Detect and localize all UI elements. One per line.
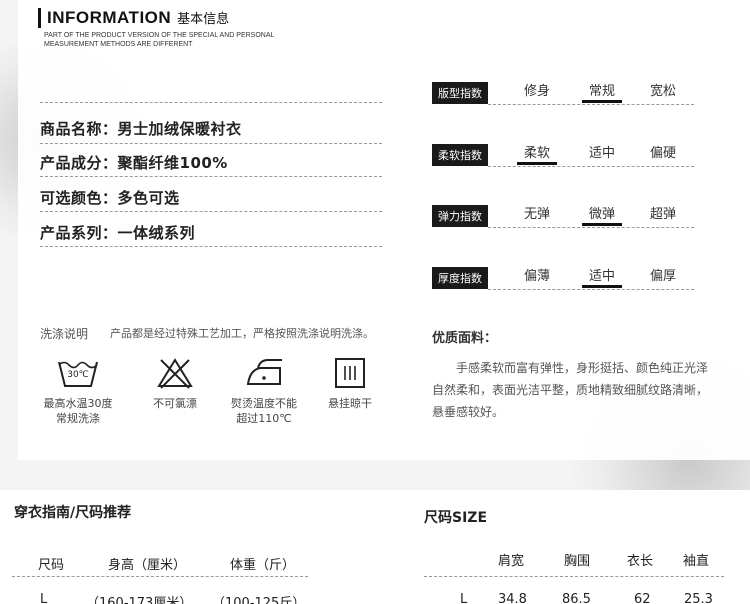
care-item-dry: 悬挂晾干 bbox=[305, 356, 395, 411]
info-title-en: INFORMATION bbox=[47, 8, 172, 27]
care-label: 最高水温30度 常规洗涤 bbox=[43, 397, 113, 425]
guide-cell-size: L bbox=[40, 592, 48, 604]
divider bbox=[40, 211, 382, 212]
size-cell-size: L bbox=[460, 592, 468, 604]
index-fit: 版型指数 修身 常规 宽松 bbox=[432, 80, 694, 106]
size-cell-length: 62 bbox=[634, 592, 651, 604]
divider bbox=[488, 227, 694, 228]
guide-header-size: 尺码 bbox=[38, 558, 65, 573]
care-item-wash: 30℃ 最高水温30度 常规洗涤 bbox=[33, 356, 123, 426]
guide-cell-height: （160-173厘米） bbox=[86, 596, 193, 604]
size-header-shoulder: 肩宽 bbox=[498, 554, 525, 569]
divider bbox=[40, 176, 382, 177]
size-cell-chest: 86.5 bbox=[562, 592, 591, 604]
index-label: 柔软指数 bbox=[432, 144, 488, 166]
index-option: 超弹 bbox=[649, 207, 676, 222]
index-option-selected: 常规 bbox=[582, 80, 622, 103]
info-header: INFORMATION 基本信息 PART OF THE PRODUCT VER… bbox=[38, 8, 308, 49]
divider bbox=[424, 576, 724, 577]
divider bbox=[488, 104, 694, 105]
index-option: 偏薄 bbox=[523, 269, 550, 284]
info-title-cn: 基本信息 bbox=[177, 12, 230, 27]
care-label: 熨烫温度不能 超过110℃ bbox=[231, 397, 297, 425]
index-option: 适中 bbox=[588, 146, 615, 161]
index-label: 厚度指数 bbox=[432, 267, 488, 289]
index-label: 弹力指数 bbox=[432, 205, 488, 227]
index-option: 宽松 bbox=[649, 84, 676, 99]
fabric-title: 优质面料： bbox=[432, 331, 498, 346]
wash-description: 产品都是经过特殊工艺加工，严格按照洗涤说明洗涤。 bbox=[110, 327, 374, 340]
divider bbox=[488, 166, 694, 167]
size-header-length: 衣长 bbox=[627, 554, 654, 569]
guide-header-weight: 体重（斤） bbox=[230, 558, 296, 573]
info-subtitle-line: MEASUREMENT METHODS ARE DIFFERENT bbox=[44, 41, 193, 48]
size-header-sleeve: 袖直 bbox=[683, 554, 710, 569]
care-label: 不可氯漂 bbox=[153, 397, 197, 410]
info-subtitle-line: PART OF THE PRODUCT VERSION OF THE SPECI… bbox=[44, 32, 275, 39]
size-guide-title: 穿衣指南/尺码推荐 bbox=[14, 505, 132, 521]
fabric-description: 手感柔软而富有弹性，身形挺括、颜色纯正光泽自然柔和，表面光洁平整，质地精致细腻纹… bbox=[432, 361, 709, 419]
hang-dry-icon bbox=[335, 358, 365, 388]
attr-series: 产品系列：一体绒系列 bbox=[40, 224, 196, 242]
care-item-bleach: 不可氯漂 bbox=[130, 356, 220, 411]
attr-product-name: 商品名称：男士加绒保暖衬衣 bbox=[40, 120, 242, 138]
care-label: 悬挂晾干 bbox=[328, 397, 372, 410]
size-cell-shoulder: 34.8 bbox=[498, 592, 527, 604]
index-option-selected: 微弹 bbox=[582, 203, 622, 226]
attr-colors: 可选颜色：多色可选 bbox=[40, 189, 180, 207]
size-header-chest: 胸围 bbox=[564, 554, 591, 569]
size-section: 穿衣指南/尺码推荐 尺码SIZE 尺码 身高（厘米） 体重（斤） 肩宽 胸围 衣… bbox=[0, 490, 750, 604]
divider bbox=[40, 102, 382, 103]
wash-title: 洗涤说明 bbox=[40, 327, 89, 341]
index-option: 偏厚 bbox=[649, 269, 676, 284]
index-option: 无弹 bbox=[523, 207, 550, 222]
attr-composition: 产品成分：聚酯纤维100% bbox=[40, 154, 228, 172]
divider bbox=[40, 143, 382, 144]
index-thickness: 厚度指数 偏薄 适中 偏厚 bbox=[432, 265, 694, 291]
product-detail-page: INFORMATION 基本信息 PART OF THE PRODUCT VER… bbox=[0, 0, 750, 604]
info-subtitle: PART OF THE PRODUCT VERSION OF THE SPECI… bbox=[38, 31, 308, 49]
index-softness: 柔软指数 柔软 适中 偏硬 bbox=[432, 142, 694, 168]
index-option: 偏硬 bbox=[649, 146, 676, 161]
wash-temp-badge: 30℃ bbox=[67, 370, 89, 380]
iron-icon bbox=[246, 359, 282, 385]
index-label: 版型指数 bbox=[432, 82, 488, 104]
index-option-selected: 适中 bbox=[582, 265, 622, 288]
index-option: 修身 bbox=[523, 84, 550, 99]
divider bbox=[12, 576, 308, 577]
divider bbox=[40, 246, 382, 247]
size-cell-sleeve: 25.3 bbox=[684, 592, 713, 604]
index-option-selected: 柔软 bbox=[517, 142, 557, 165]
no-bleach-icon bbox=[157, 358, 193, 389]
divider bbox=[488, 289, 694, 290]
care-item-iron: 熨烫温度不能 超过110℃ bbox=[219, 356, 309, 426]
guide-header-height: 身高（厘米） bbox=[108, 558, 187, 573]
index-elasticity: 弹力指数 无弹 微弹 超弹 bbox=[432, 203, 694, 229]
guide-cell-weight: （100-125斤） bbox=[212, 596, 306, 604]
size-chart-title: 尺码SIZE bbox=[424, 510, 488, 526]
